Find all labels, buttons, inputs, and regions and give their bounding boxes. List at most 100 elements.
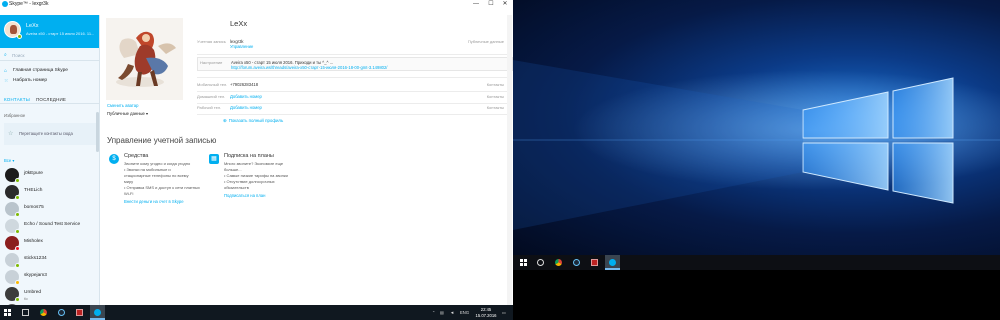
own-profile-name: LeXx xyxy=(26,23,39,29)
clock[interactable]: 22:45 15.07.2016 xyxy=(474,307,498,318)
status-icon xyxy=(15,263,20,268)
own-mood-message: Aveira x50 - старт 15 июля 2016. 11... xyxy=(26,31,95,36)
window-titlebar[interactable]: Skype™ - lexgr3k — ☐ ✕ xyxy=(0,0,513,8)
credit-line: стационарные телефоны по всему xyxy=(124,173,189,178)
minimize-button[interactable]: — xyxy=(470,0,482,8)
character-artwork xyxy=(106,18,183,100)
notifications-icon[interactable]: ▭ xyxy=(502,305,506,320)
add-home-number-link[interactable]: Добавить номер xyxy=(230,94,262,99)
sidebar-scrollbar[interactable] xyxy=(96,112,99,152)
manage-account-link[interactable]: Управление xyxy=(230,44,253,49)
main-scrollbar[interactable] xyxy=(507,15,512,305)
subscribe-plan-link[interactable]: Подписаться на план xyxy=(224,193,265,198)
contact-list-item[interactable]: Misholex xyxy=(0,235,99,252)
divider xyxy=(197,77,509,78)
skype-icon xyxy=(609,259,616,266)
nav-dial-number[interactable]: ⁙ Набрать номер xyxy=(0,76,99,86)
dollar-icon: $ xyxy=(109,154,119,164)
contact-name: sticks1234 xyxy=(24,256,47,261)
field-label: Учетная запись xyxy=(197,39,226,44)
steam-icon xyxy=(573,259,580,266)
own-profile-header[interactable]: LeXx Aveira x50 - старт 15 июля 2016. 11… xyxy=(0,15,99,48)
divider xyxy=(197,103,509,104)
steam-icon xyxy=(58,309,65,316)
divider xyxy=(197,54,509,55)
field-work-phone: Рабочий тел. Добавить номер Контакты xyxy=(197,105,513,117)
search-button-secondary[interactable] xyxy=(533,255,548,270)
contact-mood: tic xyxy=(24,296,28,301)
favorites-drop-zone[interactable]: ☆ Перетащите контакты сюда xyxy=(4,123,98,145)
chrome-icon xyxy=(555,259,562,266)
volume-icon[interactable]: ◄ xyxy=(450,305,454,320)
divider xyxy=(197,91,509,92)
add-credit-link[interactable]: Внести деньги на счет в Skype xyxy=(124,199,184,204)
status-icon xyxy=(15,212,20,217)
start-button[interactable] xyxy=(0,305,15,320)
search-icon xyxy=(537,259,544,266)
privacy-label: Публичные данные xyxy=(467,39,504,44)
windows-logo-icon xyxy=(520,259,527,266)
contact-list-item[interactable]: Echo / Sound Test Service xyxy=(0,218,99,235)
clock-date: 15.07.2016 xyxy=(475,312,497,318)
favorites-heading: Избранное xyxy=(4,113,26,118)
all-contacts-filter[interactable]: Все ▾ xyxy=(4,158,14,163)
visibility-select[interactable]: Публичные данные ▾ xyxy=(107,111,148,116)
task-view-button[interactable] xyxy=(18,305,33,320)
skype-icon xyxy=(94,309,101,316)
contact-list-item[interactable]: skypejam3 xyxy=(0,269,99,286)
search-icon: ⌕ xyxy=(4,52,7,58)
maximize-button[interactable]: ☐ xyxy=(485,0,497,8)
windows-logo-icon xyxy=(4,309,11,316)
status-icon xyxy=(15,280,20,285)
subscription-title: Подписка на планы xyxy=(224,153,274,159)
mobile-number[interactable]: +79026283418 xyxy=(230,82,258,87)
task-view-icon xyxy=(22,309,29,316)
game-taskbar-button[interactable] xyxy=(72,305,87,320)
skype-taskbar-button-secondary[interactable] xyxy=(605,255,620,270)
search-input[interactable]: ⌕ Поиск xyxy=(0,50,99,61)
subscription-line: • Самые низкие тарифы на звонки xyxy=(224,173,288,178)
contact-list-item[interactable]: j0kEpure xyxy=(0,167,99,184)
contact-list-item[interactable]: THELich xyxy=(0,184,99,201)
steam-taskbar-button-secondary[interactable] xyxy=(569,255,584,270)
credit-title: Средства xyxy=(124,153,149,159)
tray-chevron-icon[interactable]: ⌃ xyxy=(432,305,436,320)
close-button[interactable]: ✕ xyxy=(499,0,511,8)
nav-label: Главная страница Skype xyxy=(13,68,68,73)
contact-list-item[interactable]: sticks1234 xyxy=(0,252,99,269)
profile-picture[interactable] xyxy=(106,18,183,100)
network-icon[interactable]: ▤ xyxy=(440,305,444,320)
show-full-profile-link[interactable]: ⊕ Показать полный профиль xyxy=(223,118,283,124)
status-icon xyxy=(15,297,20,302)
status-icon xyxy=(15,195,20,200)
secondary-monitor xyxy=(513,0,1000,320)
contact-list-item[interactable]: bomos75 xyxy=(0,201,99,218)
privacy-label: Контакты xyxy=(486,105,504,110)
tab-contacts[interactable]: КОНТАКТЫ xyxy=(4,97,30,102)
nav-skype-home[interactable]: ⌂ Главная страница Skype xyxy=(0,66,99,76)
credit-line: • Отправка SMS и доступ к сети платных xyxy=(124,185,200,190)
online-status-icon[interactable] xyxy=(17,34,22,39)
change-avatar-link[interactable]: Сменить аватар xyxy=(107,103,138,108)
contact-list-item[interactable]: Umbred tic xyxy=(0,286,99,303)
chrome-taskbar-button-secondary[interactable] xyxy=(551,255,566,270)
field-label: Мобильный тел. xyxy=(197,82,228,87)
input-language[interactable]: ENG xyxy=(460,305,469,320)
field-mood[interactable]: Настроение Aveira x50 - старт 15 июля 20… xyxy=(197,57,513,71)
status-icon xyxy=(15,178,20,183)
credit-line: Звоните кому угодно и когда угодно xyxy=(124,161,191,166)
account-section-title: Управление учетной записью xyxy=(107,136,217,145)
chrome-taskbar-button[interactable] xyxy=(36,305,51,320)
tab-recent[interactable]: ПОСЛЕДНИЕ xyxy=(36,97,66,102)
skype-taskbar-button[interactable] xyxy=(90,305,105,320)
start-button-secondary[interactable] xyxy=(516,255,531,270)
mood-link[interactable]: http://forum.aveira.ws/threads/aveira-x5… xyxy=(231,65,387,70)
game-icon xyxy=(591,259,598,266)
contact-name: Misholex xyxy=(24,239,43,244)
contact-name: skypejam3 xyxy=(24,273,47,278)
subscription-line: • Отсутствие долгосрочных xyxy=(224,179,275,184)
profile-name[interactable]: LeXx xyxy=(230,19,247,28)
steam-taskbar-button[interactable] xyxy=(54,305,69,320)
game-taskbar-button-secondary[interactable] xyxy=(587,255,602,270)
add-work-number-link[interactable]: Добавить номер xyxy=(230,105,262,110)
